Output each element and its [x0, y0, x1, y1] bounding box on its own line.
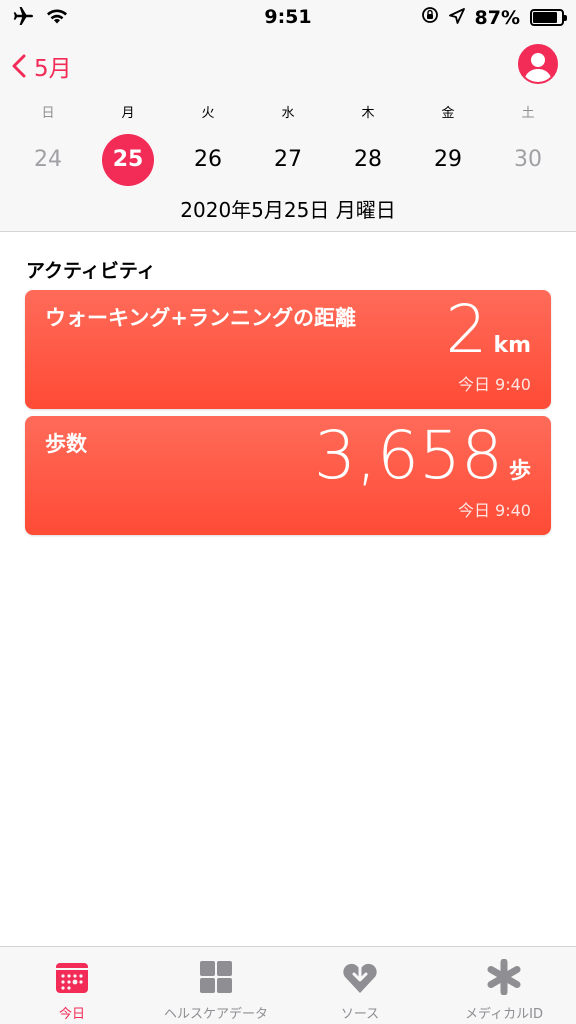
tab-medical-id[interactable]: メディカルID [432, 947, 576, 1024]
weekday-label: 土 [521, 106, 535, 121]
date-item[interactable]: 30 [502, 134, 554, 186]
card-unit: 歩 [508, 459, 531, 484]
tab-health-data[interactable]: ヘルスケアデータ [144, 947, 288, 1024]
weekday-row: 日 月 火 水 木 金 土 [0, 102, 576, 124]
tab-label: ソース [340, 1007, 380, 1022]
date-item[interactable]: 27 [262, 134, 314, 186]
card-value-group: 3,658 歩 [314, 420, 531, 492]
tab-today[interactable]: 今日 [0, 947, 144, 1024]
date-item-selected[interactable]: 25 [102, 134, 154, 186]
card-value: 3,658 [314, 417, 503, 494]
card-time: 今日 9:40 [457, 375, 531, 394]
asterisk-icon [487, 959, 521, 995]
card-title: 歩数 [45, 432, 87, 456]
card-title: ウォーキング+ランニングの距離 [45, 306, 356, 330]
weekday-label: 金 [441, 106, 455, 121]
section-title: アクティビティ [26, 260, 156, 282]
card-value-group: 2 km [445, 294, 531, 366]
date-row: 24 25 26 27 28 29 30 [0, 134, 576, 186]
card-unit: km [493, 333, 531, 358]
today-icon [56, 963, 88, 993]
battery-percent: 87% [474, 6, 520, 29]
tab-label: 今日 [58, 1007, 85, 1022]
grid-icon [200, 961, 232, 993]
tab-label: ヘルスケアデータ [163, 1007, 268, 1022]
back-label: 5月 [34, 56, 72, 82]
card-value: 2 [445, 291, 488, 368]
card-time: 今日 9:40 [457, 501, 531, 520]
weekday-label: 火 [201, 106, 215, 121]
chevron-left-icon [12, 54, 26, 78]
date-item[interactable]: 29 [422, 134, 474, 186]
full-date: 2020年5月25日 月曜日 [180, 198, 396, 222]
location-icon [448, 7, 465, 29]
distance-card[interactable]: ウォーキング+ランニングの距離 2 km 今日 9:40 [25, 290, 551, 409]
header-area: 9:51 87% 5月 日 月 火 水 木 金 土 24 25 26 27 28… [0, 0, 576, 232]
heart-download-icon [343, 963, 377, 993]
back-button[interactable]: 5月 [12, 48, 72, 84]
date-item[interactable]: 28 [342, 134, 394, 186]
steps-card[interactable]: 歩数 3,658 歩 今日 9:40 [25, 416, 551, 535]
tab-label: メディカルID [465, 1007, 543, 1022]
battery-fill [533, 12, 558, 23]
orientation-lock-icon [421, 6, 439, 29]
status-bar: 9:51 87% [0, 0, 576, 34]
profile-button[interactable] [518, 44, 558, 84]
date-item[interactable]: 26 [182, 134, 234, 186]
weekday-label: 日 [41, 106, 55, 121]
weekday-label: 木 [361, 106, 375, 121]
tab-sources[interactable]: ソース [288, 947, 432, 1024]
date-item[interactable]: 24 [22, 134, 74, 186]
tab-bar: 今日 ヘルスケアデータ ソース メディカルID [0, 946, 576, 1024]
battery-icon [530, 9, 567, 26]
weekday-label: 水 [281, 106, 295, 121]
profile-icon [524, 53, 552, 82]
weekday-label: 月 [121, 106, 135, 121]
